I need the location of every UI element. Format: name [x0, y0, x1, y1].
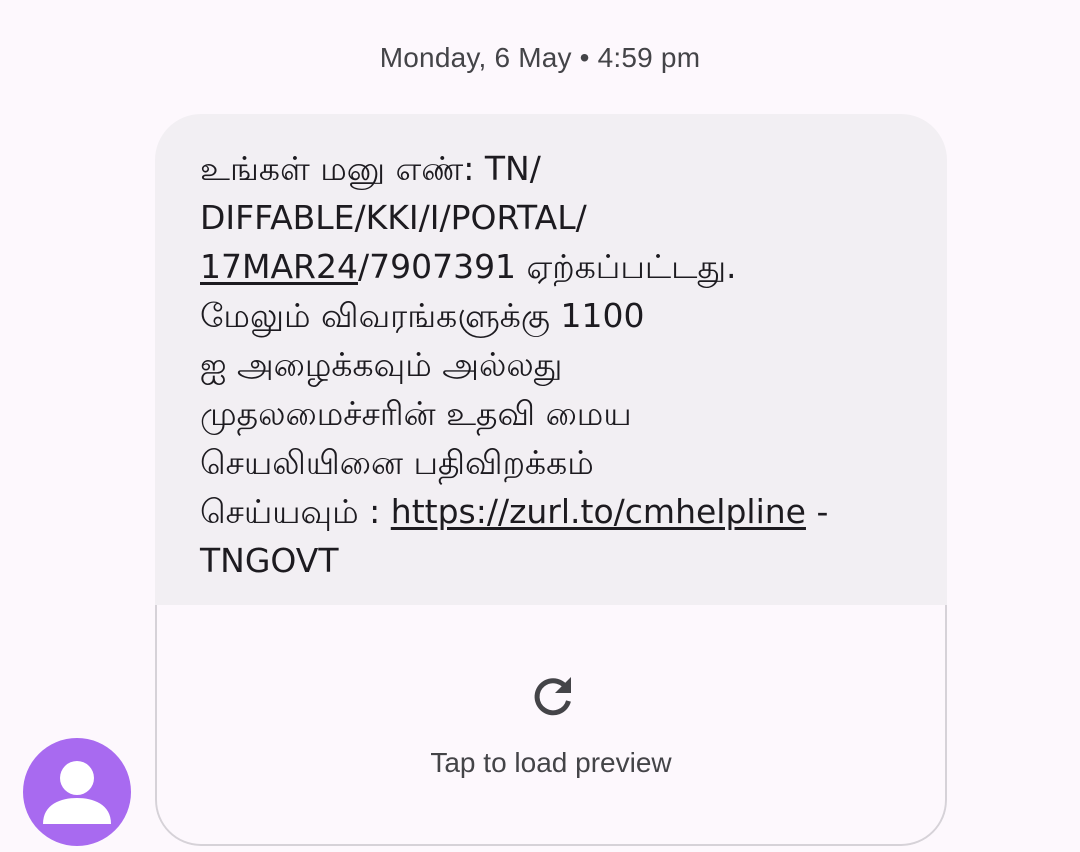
message-line-4: மேலும் விவரங்களுக்கு 1100	[200, 296, 645, 335]
message-line-8: செய்யவும் : https://zurl.to/cmhelpline -	[200, 487, 907, 536]
helpline-link[interactable]: https://zurl.to/cmhelpline	[391, 492, 806, 531]
message-line-6: முதலமைச்சரின் உதவி மைய	[200, 394, 632, 433]
message-timestamp: Monday, 6 May • 4:59 pm	[379, 42, 701, 73]
load-preview-label[interactable]: Tap to load preview	[157, 743, 945, 783]
message-line-9: TNGOVT	[200, 541, 339, 580]
message-line-8-prefix: செய்யவும் :	[200, 492, 391, 531]
message-line-8-suffix: -	[805, 492, 829, 531]
person-icon	[43, 761, 111, 824]
message-line-2: DIFFABLE/KKI/I/PORTAL/	[200, 198, 587, 237]
date-link[interactable]: 17MAR24	[200, 247, 358, 286]
message-line-3: 17MAR24/7907391 ஏற்கப்பட்டது.	[200, 242, 907, 291]
message-bubble[interactable]: உங்கள் மனு எண்: TN/ DIFFABLE/KKI/I/PORTA…	[155, 114, 947, 846]
message-line-3-rest: /7907391 ஏற்கப்பட்டது.	[357, 247, 737, 286]
sender-avatar[interactable]	[23, 738, 131, 846]
message-line-5: ஐ அழைக்கவும் அல்லது	[200, 345, 563, 384]
message-line-7: செயலியினை பதிவிறக்கம்	[200, 443, 594, 482]
link-preview-card[interactable]: Tap to load preview	[155, 605, 947, 846]
refresh-icon[interactable]	[529, 671, 577, 719]
message-line-1: உங்கள் மனு எண்: TN/	[200, 149, 541, 188]
message-body[interactable]: உங்கள் மனு எண்: TN/ DIFFABLE/KKI/I/PORTA…	[155, 114, 947, 605]
